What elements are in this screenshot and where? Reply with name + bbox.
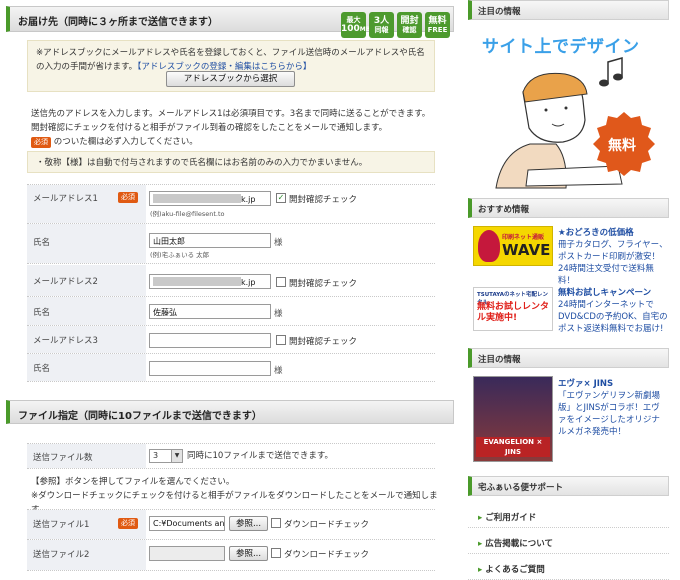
- sidebar-featured2-header: 注目の情報: [468, 348, 669, 368]
- name1-hint: (例)宅ふぁいる 太郎: [150, 251, 210, 259]
- name2-input[interactable]: 佐藤弘: [149, 304, 271, 319]
- tsutaya-logo[interactable]: TSUTAYAのネット宅配レンタル 無料お試しレンタル実施中!: [473, 287, 553, 331]
- sidebar-featured-header: 注目の情報: [468, 0, 669, 20]
- promo-wave[interactable]: ★おどろきの低価格 冊子カタログ、フライヤー、ポストカード印刷が激安！24時間注…: [558, 227, 668, 287]
- feature-badges: 最大 100MB 3人 同報 開封 確認 無料 FREE: [341, 12, 450, 38]
- addressbook-select-button[interactable]: アドレスブックから選択: [166, 71, 295, 87]
- wave-logo[interactable]: 印刷ネット通販 WAVE: [473, 226, 553, 266]
- file2-path-input[interactable]: [149, 546, 225, 561]
- email3-label: メールアドレス3: [27, 326, 146, 353]
- design-banner[interactable]: サイト上でデザイン 無料: [468, 22, 669, 192]
- file1-download-check[interactable]: [271, 518, 281, 528]
- badge-open-check: 開封 確認: [397, 12, 422, 38]
- required-badge: 必須: [118, 518, 138, 529]
- required-badge: 必須: [31, 137, 51, 148]
- file-count-label: 送信ファイル数: [27, 444, 146, 468]
- promo-tsutaya[interactable]: 無料お試しキャンペーン 24時間インターネットでDVD&CDの予約OK、自宅のポ…: [558, 287, 668, 335]
- file1-path-input[interactable]: C:¥Documents and: [149, 516, 225, 531]
- email1-hint: (例)aku-file@filesent.to: [150, 210, 225, 218]
- honorific-sama: 様: [274, 238, 283, 248]
- files-section-header: ファイル指定（同時に10ファイルまで送信できます）: [6, 400, 454, 424]
- files-section-title: ファイル指定（同時に10ファイルまで送信できます）: [18, 411, 262, 422]
- file1-browse-button[interactable]: 参照...: [229, 516, 268, 531]
- name1-input[interactable]: 山田太郎: [149, 233, 271, 248]
- banner-illustration: [495, 57, 655, 189]
- redacted-text: [153, 194, 241, 203]
- required-badge: 必須: [118, 192, 138, 203]
- sidebar-link-advertising[interactable]: ▸ 広告掲載について: [468, 529, 669, 554]
- badge-free: 無料 FREE: [425, 12, 450, 38]
- badge-max-size: 最大 100MB: [341, 12, 370, 38]
- sidebar-link-faq[interactable]: ▸ よくあるご質問: [468, 555, 669, 580]
- sidebar-support-header: 宅ふぁいる便サポート: [468, 476, 669, 496]
- mascot-icon: [478, 230, 500, 262]
- file-count-select[interactable]: 3 ▼: [149, 449, 183, 463]
- email3-input[interactable]: [149, 333, 271, 348]
- name2-label: 氏名: [27, 297, 146, 325]
- file2-download-check-label: ダウンロードチェック: [284, 550, 370, 560]
- email2-open-check-label: 開封確認チェック: [289, 279, 358, 289]
- email1-input[interactable]: k.jp: [149, 191, 271, 206]
- chevron-right-icon: ▸: [478, 565, 483, 575]
- file1-download-check-label: ダウンロードチェック: [284, 520, 370, 530]
- email1-label: メールアドレス1: [27, 185, 146, 223]
- email2-open-check[interactable]: [276, 277, 286, 287]
- delivery-section-title: お届け先（同時に３ヶ所まで送信できます）: [18, 17, 218, 28]
- name3-label: 氏名: [27, 354, 146, 381]
- file2-download-check[interactable]: [271, 548, 281, 558]
- promo-jins[interactable]: エヴァ× JINS 「エヴァンゲリヲン新劇場版」とJINSがコラボ！エヴァをイメ…: [558, 378, 668, 438]
- file2-browse-button[interactable]: 参照...: [229, 546, 268, 561]
- file-count-note: 同時に10ファイルまで送信できます。: [187, 451, 333, 461]
- email1-open-check-label: 開封確認チェック: [289, 195, 358, 205]
- chevron-right-icon: ▸: [478, 513, 483, 523]
- name3-input[interactable]: [149, 361, 271, 376]
- banner-free-label: 無料: [608, 138, 636, 154]
- email3-open-check-label: 開封確認チェック: [289, 337, 358, 347]
- sidebar-link-guide[interactable]: ▸ ご利用ガイド: [468, 503, 669, 528]
- honorific-note: ・敬称【様】は自動で付与されますので氏名欄にはお名前のみの入力でかまいません。: [27, 151, 435, 173]
- jins-evangelion-image[interactable]: EVANGELION × JINS: [473, 376, 553, 462]
- badge-broadcast: 3人 同報: [369, 12, 394, 38]
- email2-input[interactable]: k.jp: [149, 274, 271, 289]
- honorific-sama: 様: [274, 309, 283, 319]
- email2-label: メールアドレス2: [27, 265, 146, 296]
- email1-open-check[interactable]: ✓: [276, 193, 286, 203]
- delivery-section-header: お届け先（同時に３ヶ所まで送信できます） 最大 100MB 3人 同報 開封 確認 無…: [6, 6, 454, 38]
- sidebar-recommend-header: おすすめ情報: [468, 198, 669, 218]
- delivery-instructions: 送信先のアドレスを入力します。メールアドレス1は必須項目です。3名まで同時に送る…: [31, 109, 431, 148]
- honorific-sama: 様: [274, 366, 283, 376]
- file2-label: 送信ファイル2: [27, 540, 146, 570]
- chevron-down-icon: ▼: [171, 450, 182, 462]
- chevron-right-icon: ▸: [478, 539, 483, 549]
- email3-open-check[interactable]: [276, 335, 286, 345]
- redacted-text: [153, 277, 241, 286]
- name1-label: 氏名: [27, 224, 146, 263]
